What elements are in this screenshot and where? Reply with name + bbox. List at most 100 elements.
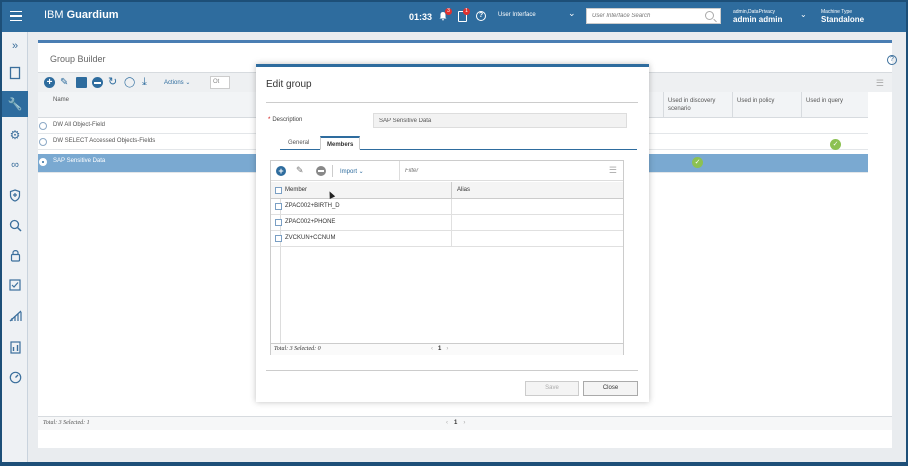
hamburger-menu-icon[interactable] <box>0 0 32 32</box>
gauge-icon[interactable] <box>7 369 23 385</box>
divider <box>451 199 452 215</box>
description-field[interactable] <box>373 113 627 128</box>
row-radio[interactable] <box>39 158 47 166</box>
members-toolbar: + ✎ Import ⌄ ☰ <box>271 161 623 181</box>
search-icon[interactable] <box>7 217 23 233</box>
divider <box>451 231 452 247</box>
column-header-member[interactable]: Member <box>285 187 307 193</box>
description-label: * Description <box>268 117 303 123</box>
lock-icon[interactable] <box>7 247 23 263</box>
gear-icon[interactable]: ⚙ <box>7 127 23 143</box>
expand-icon[interactable]: » <box>7 38 23 54</box>
shield-icon[interactable] <box>7 187 23 203</box>
groups-pager: ‹ 1 › <box>446 420 465 426</box>
column-settings-icon[interactable]: ☰ <box>609 165 617 176</box>
top-bar: IBM Guardium 01:33 3 1 ? User Interface … <box>0 0 908 32</box>
add-member-icon[interactable]: + <box>276 166 286 176</box>
help-icon[interactable]: ? <box>476 11 486 21</box>
check-icon: ✓ <box>830 139 841 150</box>
tab-general[interactable]: General <box>282 136 315 150</box>
page-title: Group Builder <box>50 54 106 64</box>
divider <box>266 102 638 103</box>
add-icon[interactable]: + <box>44 77 55 88</box>
row-checkbox[interactable] <box>275 219 282 226</box>
tag-icon[interactable]: ◯ <box>124 77 135 88</box>
next-page-icon[interactable]: › <box>446 346 448 352</box>
members-panel: + ✎ Import ⌄ ☰ Member Alias ZPAC002+BIRT… <box>270 160 624 355</box>
prev-page-icon[interactable]: ‹ <box>446 420 448 426</box>
groups-total: Total: 3 Selected: 1 <box>43 420 90 426</box>
user-name: admin admin <box>733 15 783 24</box>
wrench-icon: 🔧 <box>7 97 23 111</box>
actions-menu[interactable]: Actions ⌄ <box>164 79 190 86</box>
divider <box>266 370 638 371</box>
member-row[interactable]: ZVCKUN+CCNUM <box>271 231 623 247</box>
divider <box>399 161 400 181</box>
group-name: SAP Sensitive Data <box>53 158 106 164</box>
row-radio[interactable] <box>39 138 47 146</box>
group-filter-input[interactable]: Ot <box>210 76 230 89</box>
edit-member-icon[interactable]: ✎ <box>296 165 304 176</box>
dialog-title: Edit group <box>266 79 312 90</box>
edit-icon[interactable]: ✎ <box>60 77 71 88</box>
prev-page-icon[interactable]: ‹ <box>431 346 433 352</box>
member-filter-input[interactable] <box>405 165 605 177</box>
tab-members[interactable]: Members <box>320 136 361 150</box>
member-name: ZVCKUN+CCNUM <box>285 235 336 241</box>
column-header-name[interactable]: Name <box>53 97 69 103</box>
import-menu[interactable]: Import ⌄ <box>340 168 364 175</box>
member-row[interactable]: ZPAC002+BIRTH_D <box>271 199 623 215</box>
column-header-discovery[interactable]: Used in discovery scenario <box>663 92 732 118</box>
members-total: Total: 3 Selected: 0 <box>274 346 321 352</box>
select-all-checkbox[interactable] <box>275 187 282 194</box>
download-icon[interactable]: ⤓ <box>142 77 153 88</box>
next-page-icon[interactable]: › <box>463 420 465 426</box>
edit-group-dialog: Edit group *Description General Members … <box>256 64 649 402</box>
members-table-header: Member Alias <box>271 182 623 199</box>
session-clock: 01:33 <box>409 12 433 22</box>
dialog-tabs: General Members <box>280 134 637 150</box>
ui-select[interactable]: User Interface <box>492 8 580 24</box>
group-name: DW SELECT Accessed Objects-Fields <box>53 138 156 144</box>
report-icon[interactable] <box>7 339 23 355</box>
close-button[interactable]: Close <box>583 381 638 396</box>
chevron-down-icon[interactable]: ⌄ <box>568 8 576 19</box>
copy-icon[interactable] <box>76 77 87 88</box>
column-header-alias[interactable]: Alias <box>457 187 470 193</box>
glasses-icon[interactable]: ∞ <box>7 157 23 173</box>
column-header-query[interactable]: Used in query <box>801 92 870 118</box>
sidebar-item-tools[interactable]: 🔧 <box>2 91 28 117</box>
user-menu[interactable]: admin,DataPrivacy admin admin <box>733 8 782 24</box>
chart-icon[interactable] <box>7 308 23 324</box>
help-icon[interactable]: ? <box>887 55 897 65</box>
row-checkbox[interactable] <box>275 235 282 242</box>
save-button[interactable]: Save <box>525 381 579 396</box>
notification-badge: 3 <box>445 8 452 15</box>
member-name: ZPAC002+BIRTH_D <box>285 203 340 209</box>
divider <box>451 215 452 231</box>
search-icon[interactable] <box>705 11 714 20</box>
machine-type: Machine Type Standalone <box>821 8 864 24</box>
checklist-icon[interactable] <box>7 277 23 293</box>
row-checkbox[interactable] <box>275 203 282 210</box>
remove-icon[interactable] <box>92 77 103 88</box>
clipboard-icon[interactable] <box>7 65 23 81</box>
divider <box>451 182 452 199</box>
refresh-icon[interactable]: ↻ <box>108 77 119 88</box>
row-radio[interactable] <box>39 122 47 130</box>
column-header-policy[interactable]: Used in policy <box>732 92 801 118</box>
user-chevron-down-icon[interactable]: ⌄ <box>800 10 807 19</box>
group-name: DW All Object-Field <box>53 122 106 128</box>
page-number[interactable]: 1 <box>454 420 457 426</box>
divider <box>332 165 333 177</box>
groups-table-footer: Total: 3 Selected: 1 ‹ 1 › <box>38 416 892 430</box>
page-number[interactable]: 1 <box>438 346 441 352</box>
app-brand: IBM Guardium <box>44 9 119 21</box>
ui-search-input[interactable] <box>587 9 697 23</box>
required-mark: * <box>268 117 271 123</box>
column-settings-icon[interactable]: ☰ <box>876 78 884 89</box>
members-table-footer: Total: 3 Selected: 0 ‹ 1 › <box>271 343 623 355</box>
member-name: ZPAC002+PHONE <box>285 219 336 225</box>
member-row[interactable]: ZPAC002+PHONE <box>271 215 623 231</box>
remove-member-icon[interactable] <box>316 166 326 176</box>
